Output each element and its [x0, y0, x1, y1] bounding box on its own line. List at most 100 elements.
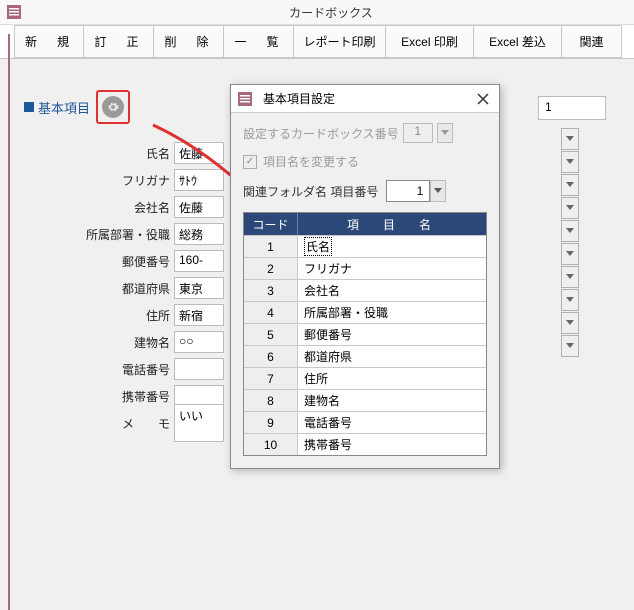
field-value[interactable]: ｻﾄｳ — [174, 169, 224, 191]
cell-code: 10 — [244, 434, 298, 455]
field-value[interactable]: ○○ — [174, 331, 224, 353]
cell-name[interactable]: フリガナ — [298, 258, 486, 279]
excel-print-button[interactable]: Excel 印刷 — [386, 25, 474, 58]
field-value[interactable]: 総務 — [174, 223, 224, 245]
cell-name[interactable]: 都道府県 — [298, 346, 486, 367]
cardbox-number-dropdown — [437, 123, 453, 143]
field-value[interactable]: 東京 — [174, 277, 224, 299]
cardbox-number-label: 設定するカードボックス番号 — [243, 125, 399, 142]
row-dropdown[interactable] — [561, 289, 579, 311]
chevron-down-icon — [441, 130, 449, 136]
field-label: 建物名 — [14, 334, 174, 351]
table-row[interactable]: 9電話番号 — [244, 411, 486, 433]
row-dropdown[interactable] — [561, 335, 579, 357]
chevron-down-icon — [566, 320, 574, 326]
report-print-button[interactable]: レポート印刷 — [294, 25, 386, 58]
dialog-titlebar: 基本項目設定 — [231, 85, 499, 113]
chevron-down-icon — [566, 228, 574, 234]
cell-code: 4 — [244, 302, 298, 323]
items-table: コード 項 目 名 1氏名2フリガナ3会社名4所属部署・役職5郵便番号6都道府県… — [243, 212, 487, 456]
rename-items-row: ✓ 項目名を変更する — [243, 153, 487, 170]
table-row[interactable]: 6都道府県 — [244, 345, 486, 367]
form-icon — [237, 91, 253, 107]
table-header: コード 項 目 名 — [244, 213, 486, 235]
cell-name[interactable]: 電話番号 — [298, 412, 486, 433]
field-label: フリガナ — [14, 172, 174, 189]
table-row[interactable]: 2フリガナ — [244, 257, 486, 279]
close-icon — [477, 93, 489, 105]
field-label: 氏名 — [14, 145, 174, 162]
row-dropdown[interactable] — [561, 151, 579, 173]
field-label: 会社名 — [14, 199, 174, 216]
field-label: 郵便番号 — [14, 253, 174, 270]
cardbox-number-field: 1 — [403, 123, 433, 143]
edit-button[interactable]: 訂 正 — [84, 25, 154, 58]
field-label: 都道府県 — [14, 280, 174, 297]
cell-name[interactable]: 会社名 — [298, 280, 486, 301]
table-row[interactable]: 3会社名 — [244, 279, 486, 301]
rename-checkbox: ✓ — [243, 155, 257, 169]
folder-item-number-input[interactable] — [386, 180, 430, 202]
cell-name[interactable]: 所属部署・役職 — [298, 302, 486, 323]
row-dropdown[interactable] — [561, 174, 579, 196]
table-row[interactable]: 5郵便番号 — [244, 323, 486, 345]
chevron-down-icon — [566, 297, 574, 303]
cell-name[interactable]: 建物名 — [298, 390, 486, 411]
delete-button[interactable]: 削 除 — [154, 25, 224, 58]
cell-code: 7 — [244, 368, 298, 389]
chevron-down-icon — [566, 159, 574, 165]
folder-item-row: 関連フォルダ名 項目番号 — [243, 180, 487, 202]
related-button[interactable]: 関連 — [562, 25, 622, 58]
cell-name[interactable]: 携帯番号 — [298, 434, 486, 455]
cell-code: 3 — [244, 280, 298, 301]
cell-name[interactable]: 郵便番号 — [298, 324, 486, 345]
row-dropdown[interactable] — [561, 312, 579, 334]
chevron-down-icon — [434, 188, 442, 194]
cell-name[interactable]: 住所 — [298, 368, 486, 389]
table-row[interactable]: 8建物名 — [244, 389, 486, 411]
toolbar: 新 規 訂 正 削 除 一 覧 レポート印刷 Excel 印刷 Excel 差込… — [0, 25, 634, 59]
table-row[interactable]: 1氏名 — [244, 235, 486, 257]
table-row[interactable]: 10携帯番号 — [244, 433, 486, 455]
field-label: 所属部署・役職 — [14, 226, 174, 243]
cell-code: 9 — [244, 412, 298, 433]
window-title: カードボックス — [28, 4, 634, 21]
gear-icon — [102, 96, 124, 118]
dialog-title: 基本項目設定 — [259, 90, 467, 107]
field-value[interactable]: 佐藤 — [174, 142, 224, 164]
field-value[interactable]: 佐藤 — [174, 196, 224, 218]
row-dropdown[interactable] — [561, 197, 579, 219]
rename-label: 項目名を変更する — [263, 153, 359, 170]
new-button[interactable]: 新 規 — [14, 25, 84, 58]
close-button[interactable] — [467, 85, 499, 113]
cell-code: 6 — [244, 346, 298, 367]
field-label: メ モ — [14, 415, 174, 432]
field-label: 携帯番号 — [14, 388, 174, 405]
excel-merge-button[interactable]: Excel 差込 — [474, 25, 562, 58]
settings-button[interactable] — [96, 90, 130, 124]
folder-item-dropdown[interactable] — [430, 180, 446, 202]
table-row[interactable]: 7住所 — [244, 367, 486, 389]
record-number-field[interactable]: 1 — [538, 96, 606, 120]
chevron-down-icon — [566, 136, 574, 142]
row-dropdown[interactable] — [561, 128, 579, 150]
table-row[interactable]: 4所属部署・役職 — [244, 301, 486, 323]
row-dropdown[interactable] — [561, 266, 579, 288]
row-dropdown[interactable] — [561, 220, 579, 242]
cell-code: 5 — [244, 324, 298, 345]
field-value[interactable]: いい — [174, 404, 224, 442]
chevron-down-icon — [566, 274, 574, 280]
cell-code: 8 — [244, 390, 298, 411]
header-name: 項 目 名 — [298, 213, 486, 235]
field-value[interactable]: 新宿 — [174, 304, 224, 326]
row-dropdown[interactable] — [561, 243, 579, 265]
field-value[interactable]: 160- — [174, 250, 224, 272]
field-value[interactable] — [174, 358, 224, 380]
header-code: コード — [244, 213, 298, 235]
list-button[interactable]: 一 覧 — [224, 25, 294, 58]
field-label: 電話番号 — [14, 361, 174, 378]
cell-name[interactable]: 氏名 — [298, 236, 486, 257]
folder-item-label: 関連フォルダ名 項目番号 — [243, 183, 378, 200]
settings-dialog: 基本項目設定 設定するカードボックス番号 1 ✓ 項目名を変更する 関連フォルダ… — [230, 84, 500, 469]
chevron-down-icon — [566, 182, 574, 188]
